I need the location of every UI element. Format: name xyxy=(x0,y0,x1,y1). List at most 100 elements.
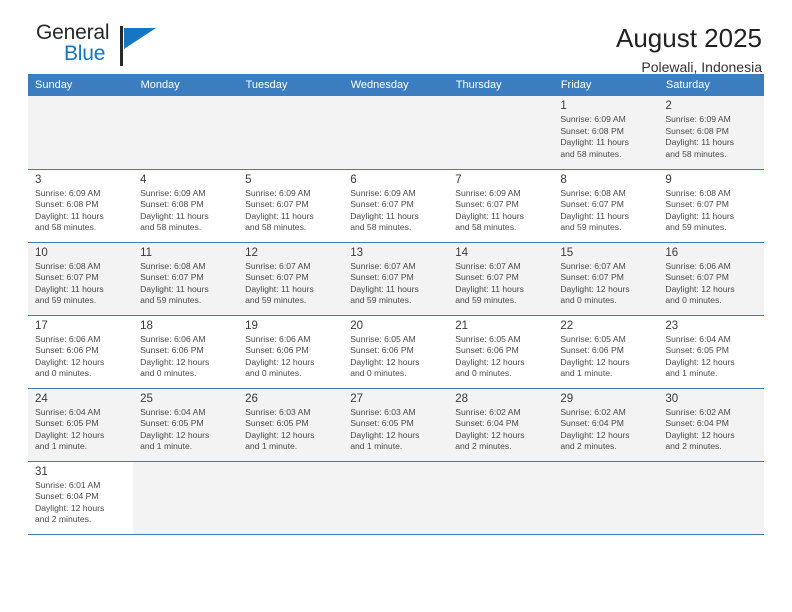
day-cell-inner: 19 Sunrise: 6:06 AM Sunset: 6:06 PM Dayli… xyxy=(238,315,344,388)
weekday-header-thursday: Thursday xyxy=(448,74,554,96)
calendar-week-row: 10 Sunrise: 6:08 AM Sunset: 6:07 PM Dayli… xyxy=(28,242,764,316)
calendar-day-cell[interactable]: 20 Sunrise: 6:05 AM Sunset: 6:06 PM Dayli… xyxy=(343,315,449,389)
calendar-day-cell[interactable]: 7 Sunrise: 6:09 AM Sunset: 6:07 PM Daylig… xyxy=(448,169,554,243)
calendar-week-row: 3 Sunrise: 6:09 AM Sunset: 6:08 PM Daylig… xyxy=(28,169,764,243)
day-number: 5 xyxy=(245,173,252,186)
day-number: 29 xyxy=(560,392,574,405)
day-number: 25 xyxy=(140,392,153,405)
calendar-week-row: 24 Sunrise: 6:04 AM Sunset: 6:05 PM Dayli… xyxy=(28,388,764,462)
title-block: August 2025 Polewali, Indonesia xyxy=(616,22,764,77)
calendar-day-cell[interactable]: 8 Sunrise: 6:08 AM Sunset: 6:07 PM Daylig… xyxy=(553,169,659,243)
day-cell-inner xyxy=(448,461,554,534)
calendar-day-cell[interactable]: 5 Sunrise: 6:09 AM Sunset: 6:07 PM Daylig… xyxy=(238,169,344,243)
day-cell-inner: 24 Sunrise: 6:04 AM Sunset: 6:05 PM Dayli… xyxy=(28,388,134,461)
sun-times-detail: Sunrise: 6:06 AM Sunset: 6:06 PM Dayligh… xyxy=(140,333,210,379)
day-cell-inner xyxy=(553,461,659,534)
calendar-day-cell[interactable]: 24 Sunrise: 6:04 AM Sunset: 6:05 PM Dayli… xyxy=(28,388,134,462)
day-cell-inner: 9 Sunrise: 6:08 AM Sunset: 6:07 PM Daylig… xyxy=(658,169,764,242)
day-number: 1 xyxy=(560,100,567,112)
calendar-day-cell[interactable]: 2 Sunrise: 6:09 AM Sunset: 6:08 PM Daylig… xyxy=(658,96,764,170)
sun-times-detail: Sunrise: 6:03 AM Sunset: 6:05 PM Dayligh… xyxy=(245,406,315,452)
sun-times-detail: Sunrise: 6:09 AM Sunset: 6:08 PM Dayligh… xyxy=(140,187,209,233)
calendar-day-cell[interactable]: 23 Sunrise: 6:04 AM Sunset: 6:05 PM Dayli… xyxy=(658,315,764,389)
day-cell-inner: 23 Sunrise: 6:04 AM Sunset: 6:05 PM Dayli… xyxy=(658,315,764,388)
weekday-header-row: Sunday Monday Tuesday Wednesday Thursday… xyxy=(28,74,765,96)
calendar-day-cell[interactable]: 30 Sunrise: 6:02 AM Sunset: 6:04 PM Dayli… xyxy=(658,388,764,462)
day-number: 30 xyxy=(665,392,679,405)
calendar-day-cell[interactable]: 17 Sunrise: 6:06 AM Sunset: 6:06 PM Dayli… xyxy=(28,315,134,389)
calendar-day-cell[interactable]: 4 Sunrise: 6:09 AM Sunset: 6:08 PM Daylig… xyxy=(133,169,239,243)
weekday-header-saturday: Saturday xyxy=(658,74,765,96)
day-cell-inner: 6 Sunrise: 6:09 AM Sunset: 6:07 PM Daylig… xyxy=(343,169,449,242)
location-subtitle: Polewali, Indonesia xyxy=(641,59,762,75)
day-number: 26 xyxy=(245,392,258,405)
day-cell-inner: 18 Sunrise: 6:06 AM Sunset: 6:06 PM Dayli… xyxy=(133,315,239,388)
day-cell-inner: 5 Sunrise: 6:09 AM Sunset: 6:07 PM Daylig… xyxy=(238,169,344,242)
day-cell-inner xyxy=(238,96,344,169)
month-calendar-table: Sunday Monday Tuesday Wednesday Thursday… xyxy=(28,74,765,535)
day-cell-inner: 8 Sunrise: 6:08 AM Sunset: 6:07 PM Daylig… xyxy=(553,169,659,242)
sun-times-detail: Sunrise: 6:05 AM Sunset: 6:06 PM Dayligh… xyxy=(455,333,525,379)
day-number: 2 xyxy=(665,100,672,112)
calendar-day-cell[interactable]: 15 Sunrise: 6:07 AM Sunset: 6:07 PM Dayli… xyxy=(553,242,659,316)
day-cell-inner: 13 Sunrise: 6:07 AM Sunset: 6:07 PM Dayli… xyxy=(343,242,449,315)
general-blue-logo[interactable]: General Blue xyxy=(28,22,188,72)
sun-times-detail: Sunrise: 6:08 AM Sunset: 6:07 PM Dayligh… xyxy=(35,260,104,306)
calendar-empty-cell xyxy=(133,96,239,170)
calendar-day-cell[interactable]: 25 Sunrise: 6:04 AM Sunset: 6:05 PM Dayli… xyxy=(133,388,239,462)
calendar-day-cell[interactable]: 12 Sunrise: 6:07 AM Sunset: 6:07 PM Dayli… xyxy=(238,242,344,316)
day-number: 3 xyxy=(35,173,42,186)
calendar-page: General Blue August 2025 Polewali, Indon… xyxy=(0,0,792,612)
sun-times-detail: Sunrise: 6:09 AM Sunset: 6:07 PM Dayligh… xyxy=(350,187,419,233)
day-cell-inner xyxy=(28,96,134,169)
calendar-day-cell[interactable]: 22 Sunrise: 6:05 AM Sunset: 6:06 PM Dayli… xyxy=(553,315,659,389)
day-cell-inner: 7 Sunrise: 6:09 AM Sunset: 6:07 PM Daylig… xyxy=(448,169,554,242)
sun-times-detail: Sunrise: 6:02 AM Sunset: 6:04 PM Dayligh… xyxy=(560,406,630,452)
calendar-week-row: 1 Sunrise: 6:09 AM Sunset: 6:08 PM Daylig… xyxy=(28,96,764,170)
calendar-empty-cell xyxy=(133,461,239,535)
day-cell-inner xyxy=(658,461,764,534)
calendar-day-cell[interactable]: 26 Sunrise: 6:03 AM Sunset: 6:05 PM Dayli… xyxy=(238,388,344,462)
sun-times-detail: Sunrise: 6:04 AM Sunset: 6:05 PM Dayligh… xyxy=(665,333,735,379)
calendar-day-cell[interactable]: 14 Sunrise: 6:07 AM Sunset: 6:07 PM Dayli… xyxy=(448,242,554,316)
weekday-header-friday: Friday xyxy=(553,74,659,96)
sun-times-detail: Sunrise: 6:02 AM Sunset: 6:04 PM Dayligh… xyxy=(455,406,525,452)
day-cell-inner xyxy=(343,96,449,169)
sun-times-detail: Sunrise: 6:03 AM Sunset: 6:05 PM Dayligh… xyxy=(350,406,420,452)
calendar-day-cell[interactable]: 21 Sunrise: 6:05 AM Sunset: 6:06 PM Dayli… xyxy=(448,315,554,389)
calendar-day-cell[interactable]: 29 Sunrise: 6:02 AM Sunset: 6:04 PM Dayli… xyxy=(553,388,659,462)
calendar-day-cell[interactable]: 11 Sunrise: 6:08 AM Sunset: 6:07 PM Dayli… xyxy=(133,242,239,316)
day-cell-inner: 17 Sunrise: 6:06 AM Sunset: 6:06 PM Dayli… xyxy=(28,315,134,388)
calendar-day-cell[interactable]: 18 Sunrise: 6:06 AM Sunset: 6:06 PM Dayli… xyxy=(133,315,239,389)
day-number: 22 xyxy=(560,319,574,332)
calendar-day-cell[interactable]: 6 Sunrise: 6:09 AM Sunset: 6:07 PM Daylig… xyxy=(343,169,449,243)
sun-times-detail: Sunrise: 6:04 AM Sunset: 6:05 PM Dayligh… xyxy=(140,406,210,452)
day-cell-inner: 25 Sunrise: 6:04 AM Sunset: 6:05 PM Dayli… xyxy=(133,388,239,461)
calendar-day-cell[interactable]: 13 Sunrise: 6:07 AM Sunset: 6:07 PM Dayli… xyxy=(343,242,449,316)
calendar-day-cell[interactable]: 9 Sunrise: 6:08 AM Sunset: 6:07 PM Daylig… xyxy=(658,169,764,243)
calendar-day-cell[interactable]: 31 Sunrise: 6:01 AM Sunset: 6:04 PM Dayli… xyxy=(28,461,134,535)
calendar-day-cell[interactable]: 27 Sunrise: 6:03 AM Sunset: 6:05 PM Dayli… xyxy=(343,388,449,462)
day-cell-inner: 27 Sunrise: 6:03 AM Sunset: 6:05 PM Dayli… xyxy=(343,388,449,461)
calendar-day-cell[interactable]: 3 Sunrise: 6:09 AM Sunset: 6:08 PM Daylig… xyxy=(28,169,134,243)
day-cell-inner: 16 Sunrise: 6:06 AM Sunset: 6:07 PM Dayli… xyxy=(658,242,764,315)
calendar-day-cell[interactable]: 19 Sunrise: 6:06 AM Sunset: 6:06 PM Dayli… xyxy=(238,315,344,389)
sun-times-detail: Sunrise: 6:05 AM Sunset: 6:06 PM Dayligh… xyxy=(350,333,420,379)
weekday-header-tuesday: Tuesday xyxy=(238,74,344,96)
calendar-body: 1 Sunrise: 6:09 AM Sunset: 6:08 PM Daylig… xyxy=(28,96,764,535)
logo-bar-shape xyxy=(120,26,123,66)
day-cell-inner: 28 Sunrise: 6:02 AM Sunset: 6:04 PM Dayli… xyxy=(448,388,554,461)
calendar-empty-cell xyxy=(448,96,554,170)
day-number: 4 xyxy=(140,173,147,186)
sun-times-detail: Sunrise: 6:06 AM Sunset: 6:06 PM Dayligh… xyxy=(35,333,105,379)
calendar-day-cell[interactable]: 10 Sunrise: 6:08 AM Sunset: 6:07 PM Dayli… xyxy=(28,242,134,316)
calendar-day-cell[interactable]: 1 Sunrise: 6:09 AM Sunset: 6:08 PM Daylig… xyxy=(553,96,659,170)
day-number: 20 xyxy=(350,319,363,332)
calendar-day-cell[interactable]: 16 Sunrise: 6:06 AM Sunset: 6:07 PM Dayli… xyxy=(658,242,764,316)
day-number: 13 xyxy=(350,246,363,259)
calendar-empty-cell xyxy=(553,461,659,535)
sun-times-detail: Sunrise: 6:02 AM Sunset: 6:04 PM Dayligh… xyxy=(665,406,735,452)
calendar-day-cell[interactable]: 28 Sunrise: 6:02 AM Sunset: 6:04 PM Dayli… xyxy=(448,388,554,462)
calendar-empty-cell xyxy=(343,461,449,535)
day-cell-inner: 14 Sunrise: 6:07 AM Sunset: 6:07 PM Dayli… xyxy=(448,242,554,315)
